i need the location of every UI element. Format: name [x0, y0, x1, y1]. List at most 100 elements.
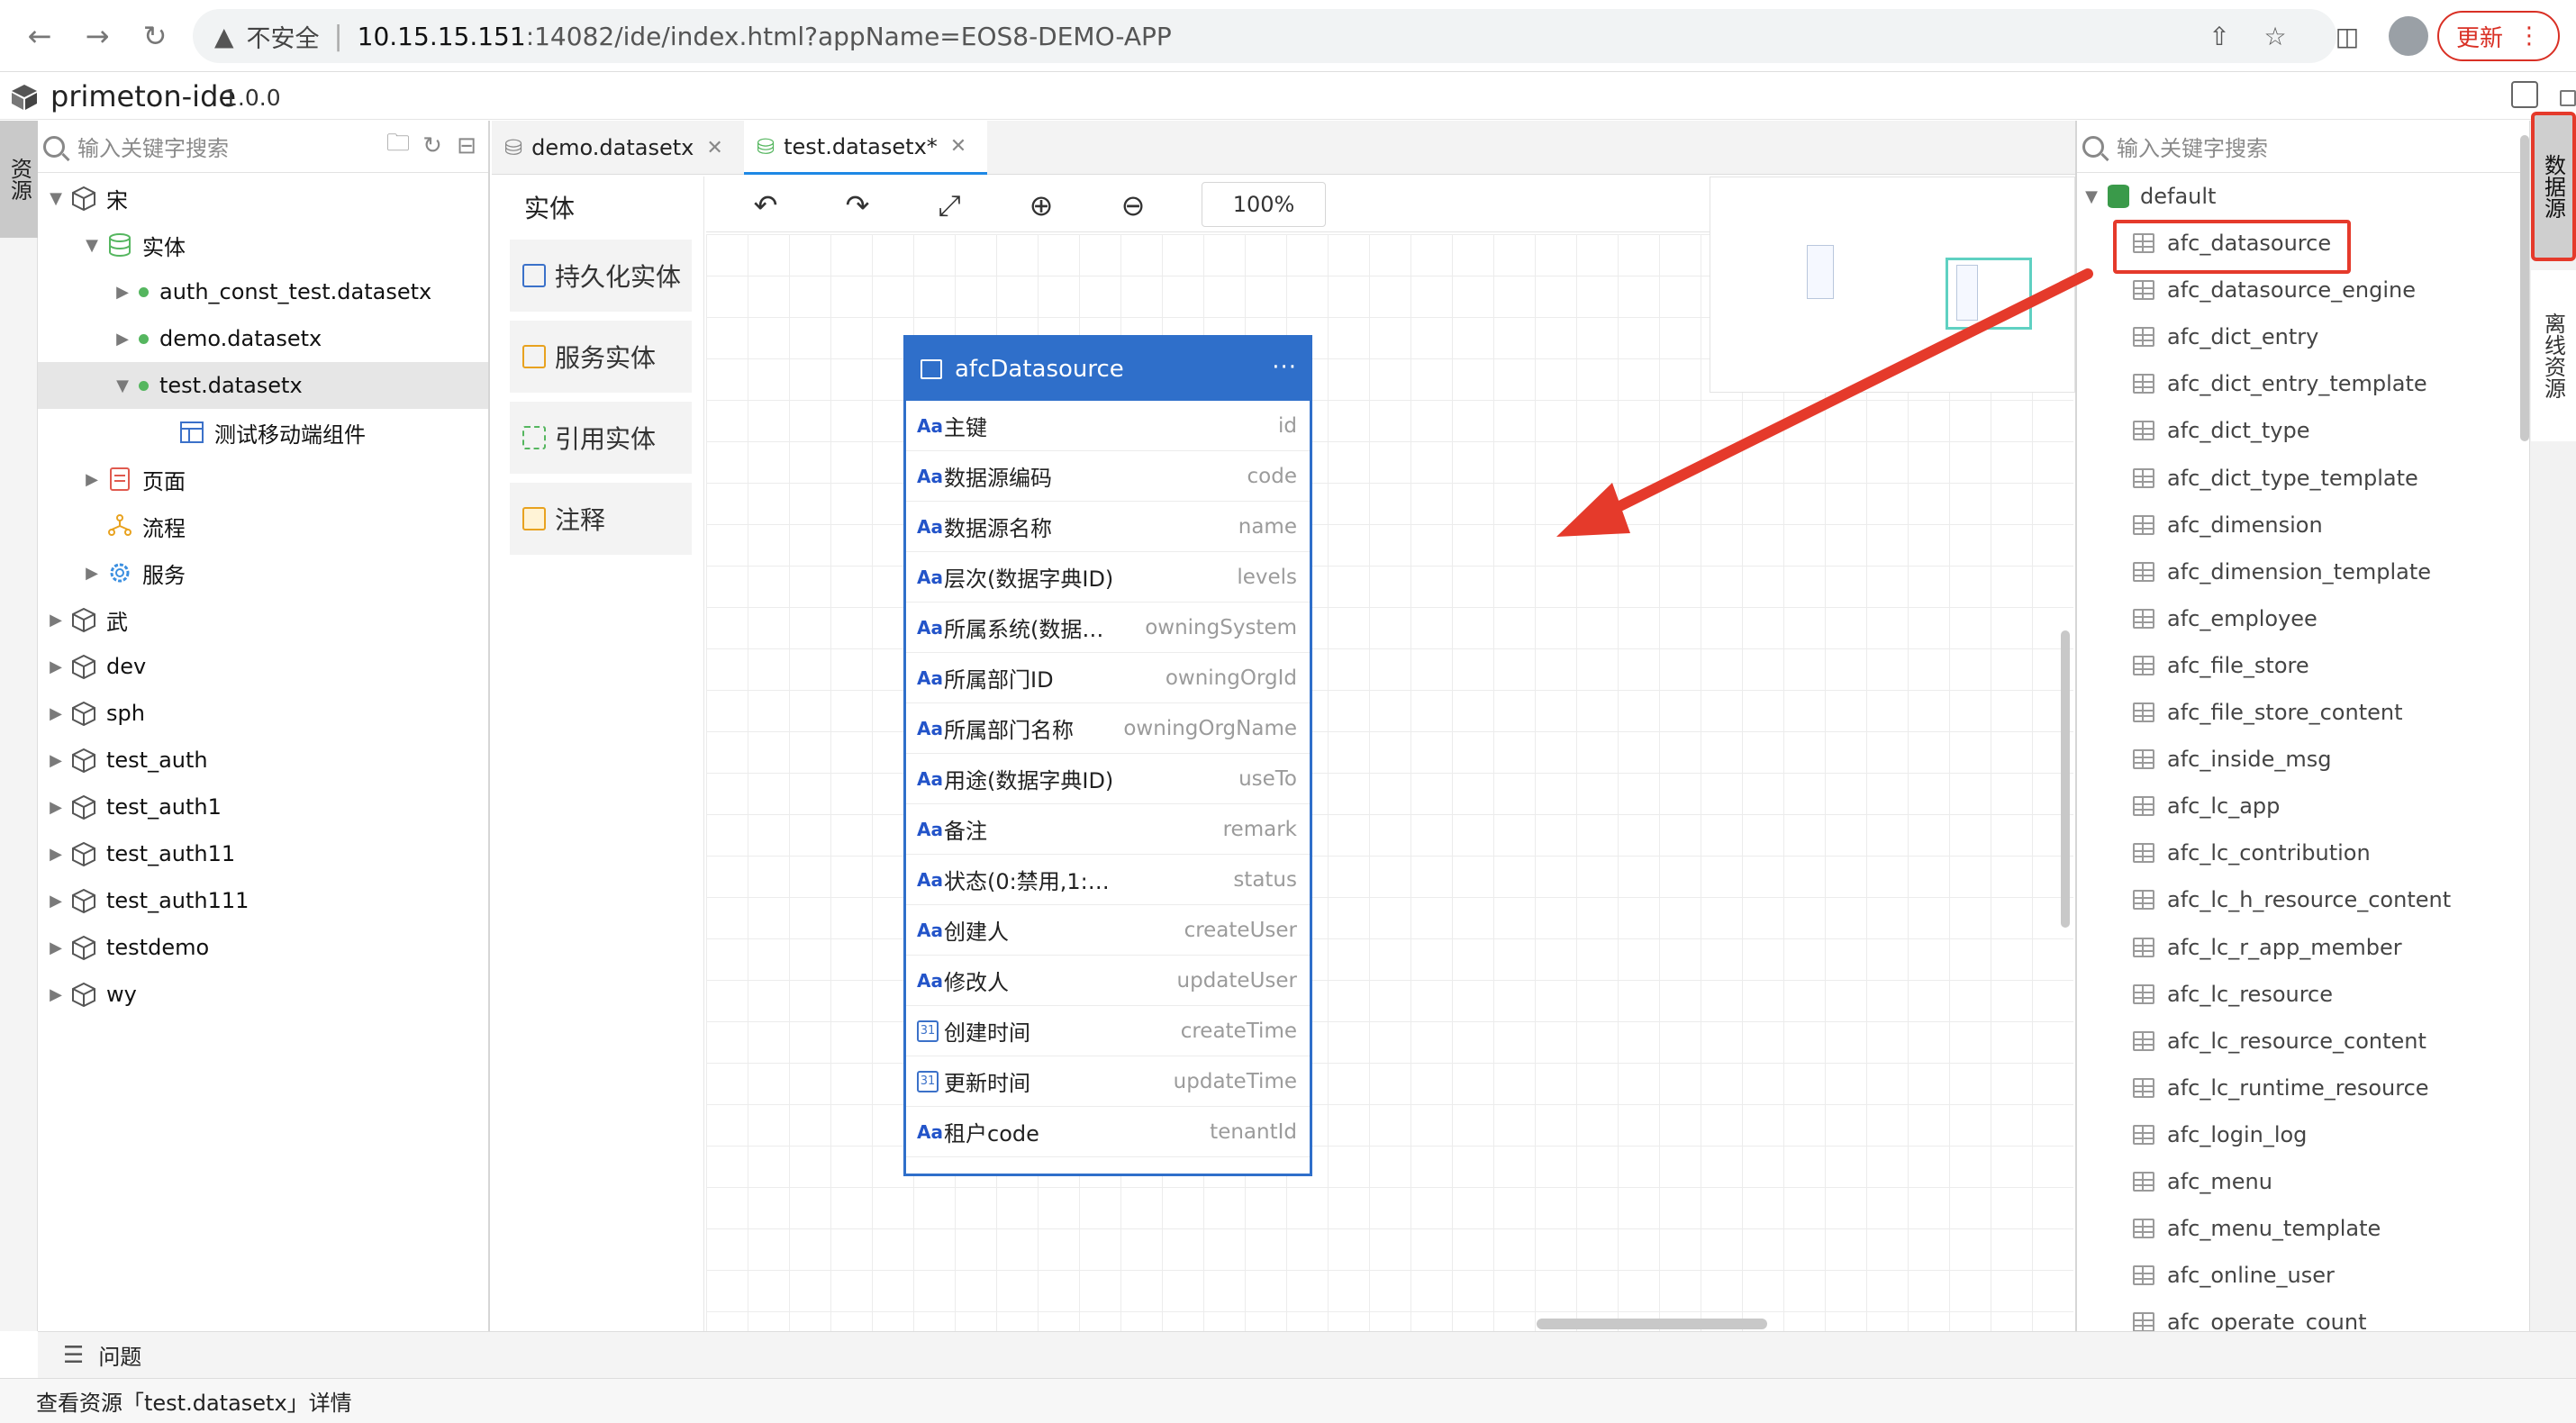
- tree-item[interactable]: ▶ 页面: [38, 456, 488, 503]
- tree-item[interactable]: ▶ 服务: [38, 549, 488, 596]
- tree-item[interactable]: ▼ 实体: [38, 222, 488, 268]
- table-list-item[interactable]: afc_dict_type: [2133, 407, 2309, 454]
- table-list-item[interactable]: afc_dimension: [2133, 502, 2323, 548]
- table-list-item[interactable]: afc_lc_contribution: [2133, 829, 2371, 876]
- caret-right-icon[interactable]: ▶: [47, 611, 65, 630]
- tree-item[interactable]: ▶ test_auth1: [38, 784, 488, 830]
- caret-right-icon[interactable]: ▶: [47, 704, 65, 723]
- redo-icon[interactable]: ↷: [839, 187, 875, 223]
- tree-item[interactable]: ▶ wy: [38, 971, 488, 1018]
- tree-item[interactable]: ▶ test_auth11: [38, 830, 488, 877]
- undo-icon[interactable]: ↶: [748, 187, 784, 223]
- caret-right-icon[interactable]: ▶: [47, 985, 65, 1004]
- entity-field-row[interactable]: Aa 所属部门名称 owningOrgName: [906, 703, 1310, 754]
- entity-field-row[interactable]: 31 创建时间 createTime: [906, 1006, 1310, 1056]
- new-folder-icon[interactable]: 🗀: [385, 130, 411, 159]
- entity-field-row[interactable]: Aa 状态(0:禁用,1:… status: [906, 855, 1310, 905]
- entity-field-row[interactable]: Aa 备注 remark: [906, 804, 1310, 855]
- zoom-out-icon[interactable]: ⊖: [1115, 187, 1151, 223]
- caret-right-icon[interactable]: ▶: [113, 330, 132, 349]
- caret-down-icon[interactable]: ▼: [47, 189, 65, 208]
- table-list-item[interactable]: afc_lc_runtime_resource: [2133, 1065, 2429, 1111]
- palette-comment[interactable]: 注释: [510, 483, 692, 555]
- entity-field-row[interactable]: 31 更新时间 updateTime: [906, 1056, 1310, 1107]
- tree-item[interactable]: ▶ testdemo: [38, 924, 488, 971]
- datasource-scrollbar[interactable]: [2520, 135, 2529, 441]
- resources-vtab[interactable]: 资源: [0, 121, 38, 238]
- table-list-item[interactable]: afc_login_log: [2133, 1111, 2307, 1158]
- refresh-icon[interactable]: ↻: [420, 132, 445, 159]
- tree-item[interactable]: ▶ test_auth111: [38, 877, 488, 924]
- entity-field-row[interactable]: Aa 层次(数据字典ID) levels: [906, 552, 1310, 603]
- close-icon[interactable]: ✕: [706, 137, 722, 159]
- entity-field-row[interactable]: Aa 用途(数据字典ID) useTo: [906, 754, 1310, 804]
- table-list-item[interactable]: afc_lc_h_resource_content: [2133, 876, 2451, 923]
- zoom-level[interactable]: 100%: [1202, 182, 1326, 227]
- table-list-item[interactable]: afc_file_store_content: [2133, 689, 2403, 736]
- canvas-horizontal-scrollbar[interactable]: [1537, 1319, 1767, 1329]
- table-list-item[interactable]: afc_lc_r_app_member: [2133, 924, 2402, 971]
- palette-persistent-entity[interactable]: 持久化实体: [510, 240, 692, 312]
- entity-field-row[interactable]: Aa 数据源名称 name: [906, 502, 1310, 552]
- fit-screen-icon[interactable]: ⤢: [931, 187, 967, 223]
- tab-demo-datasetx[interactable]: ⛁ demo.datasetx ✕: [492, 121, 744, 175]
- star-icon[interactable]: ☆: [2257, 18, 2293, 54]
- tree-item[interactable]: ▶ demo.datasetx: [38, 315, 488, 362]
- sidepanel-icon[interactable]: ◫: [2329, 18, 2365, 54]
- caret-right-icon[interactable]: ▶: [83, 564, 101, 583]
- reload-icon[interactable]: ↻: [135, 16, 175, 56]
- canvas-vertical-scrollbar[interactable]: [2061, 630, 2070, 928]
- caret-down-icon[interactable]: ▼: [83, 236, 101, 255]
- palette-service-entity[interactable]: 服务实体: [510, 321, 692, 393]
- entity-field-row[interactable]: Aa 所属系统(数据… owningSystem: [906, 603, 1310, 653]
- entity-field-row[interactable]: Aa 所属部门ID owningOrgId: [906, 653, 1310, 703]
- tree-item[interactable]: ▼ test.datasetx: [38, 362, 488, 409]
- tree-item[interactable]: ▶ sph: [38, 690, 488, 737]
- tree-item[interactable]: 测试移动端组件: [38, 409, 488, 456]
- share-icon[interactable]: ⇧: [2201, 18, 2237, 54]
- tree-item[interactable]: ▼ 宋: [38, 175, 488, 222]
- entity-header[interactable]: afcDatasource ···: [906, 338, 1310, 401]
- entity-field-row[interactable]: Aa 修改人 updateUser: [906, 956, 1310, 1006]
- arrow-left-icon[interactable]: ←: [20, 16, 59, 56]
- collapse-all-icon[interactable]: ⊟: [454, 132, 479, 159]
- offline-resources-vtab[interactable]: 离线资源: [2531, 270, 2576, 441]
- datasource-vtab[interactable]: 数据源: [2531, 112, 2576, 261]
- problems-panel-header[interactable]: ☰ 问题: [38, 1331, 2576, 1378]
- entity-field-row[interactable]: Aa 主键 id: [906, 401, 1310, 451]
- caret-right-icon[interactable]: ▶: [47, 845, 65, 864]
- tree-item[interactable]: ▶ auth_const_test.datasetx: [38, 268, 488, 315]
- caret-right-icon[interactable]: ▶: [113, 283, 132, 302]
- caret-right-icon[interactable]: ▶: [47, 751, 65, 770]
- tree-item[interactable]: ▶ 武: [38, 596, 488, 643]
- close-icon[interactable]: ✕: [950, 135, 966, 158]
- table-list-item[interactable]: afc_menu: [2133, 1158, 2272, 1205]
- caret-right-icon[interactable]: ▶: [47, 938, 65, 957]
- table-list-item[interactable]: afc_file_store: [2133, 642, 2309, 689]
- entity-field-row[interactable]: Aa 数据源编码 code: [906, 451, 1310, 502]
- table-list-item[interactable]: afc_inside_msg: [2133, 736, 2332, 783]
- palette-reference-entity[interactable]: 引用实体: [510, 402, 692, 474]
- entity-field-row[interactable]: Aa 创建人 createUser: [906, 905, 1310, 956]
- refresh-datasource-icon[interactable]: [2560, 90, 2576, 106]
- table-list-item[interactable]: afc_lc_app: [2133, 783, 2280, 829]
- caret-right-icon[interactable]: ▶: [47, 892, 65, 911]
- arrow-right-icon[interactable]: →: [77, 16, 117, 56]
- datasource-root[interactable]: ▼ default: [2082, 173, 2216, 220]
- table-list-item[interactable]: afc_dimension_template: [2133, 548, 2431, 595]
- tree-item[interactable]: ▶ test_auth: [38, 737, 488, 784]
- table-list-item[interactable]: afc_menu_template: [2133, 1205, 2381, 1252]
- table-list-item[interactable]: afc_online_user: [2133, 1252, 2335, 1299]
- table-list-item[interactable]: afc_employee: [2133, 595, 2317, 642]
- caret-right-icon[interactable]: ▶: [47, 657, 65, 676]
- tab-test-datasetx[interactable]: ⛁ test.datasetx* ✕: [744, 121, 987, 175]
- tree-item[interactable]: ▶ dev: [38, 643, 488, 690]
- table-list-item[interactable]: afc_dict_entry: [2133, 313, 2318, 360]
- save-icon[interactable]: [2511, 81, 2538, 108]
- update-button[interactable]: 更新 ⋮: [2437, 11, 2560, 61]
- caret-down-icon[interactable]: ▼: [113, 376, 132, 395]
- tree-item[interactable]: 流程: [38, 503, 488, 549]
- more-icon[interactable]: ···: [1272, 354, 1297, 381]
- table-list-item[interactable]: afc_lc_resource_content: [2133, 1018, 2426, 1065]
- entity-field-row[interactable]: Aa 租户code tenantId: [906, 1107, 1310, 1157]
